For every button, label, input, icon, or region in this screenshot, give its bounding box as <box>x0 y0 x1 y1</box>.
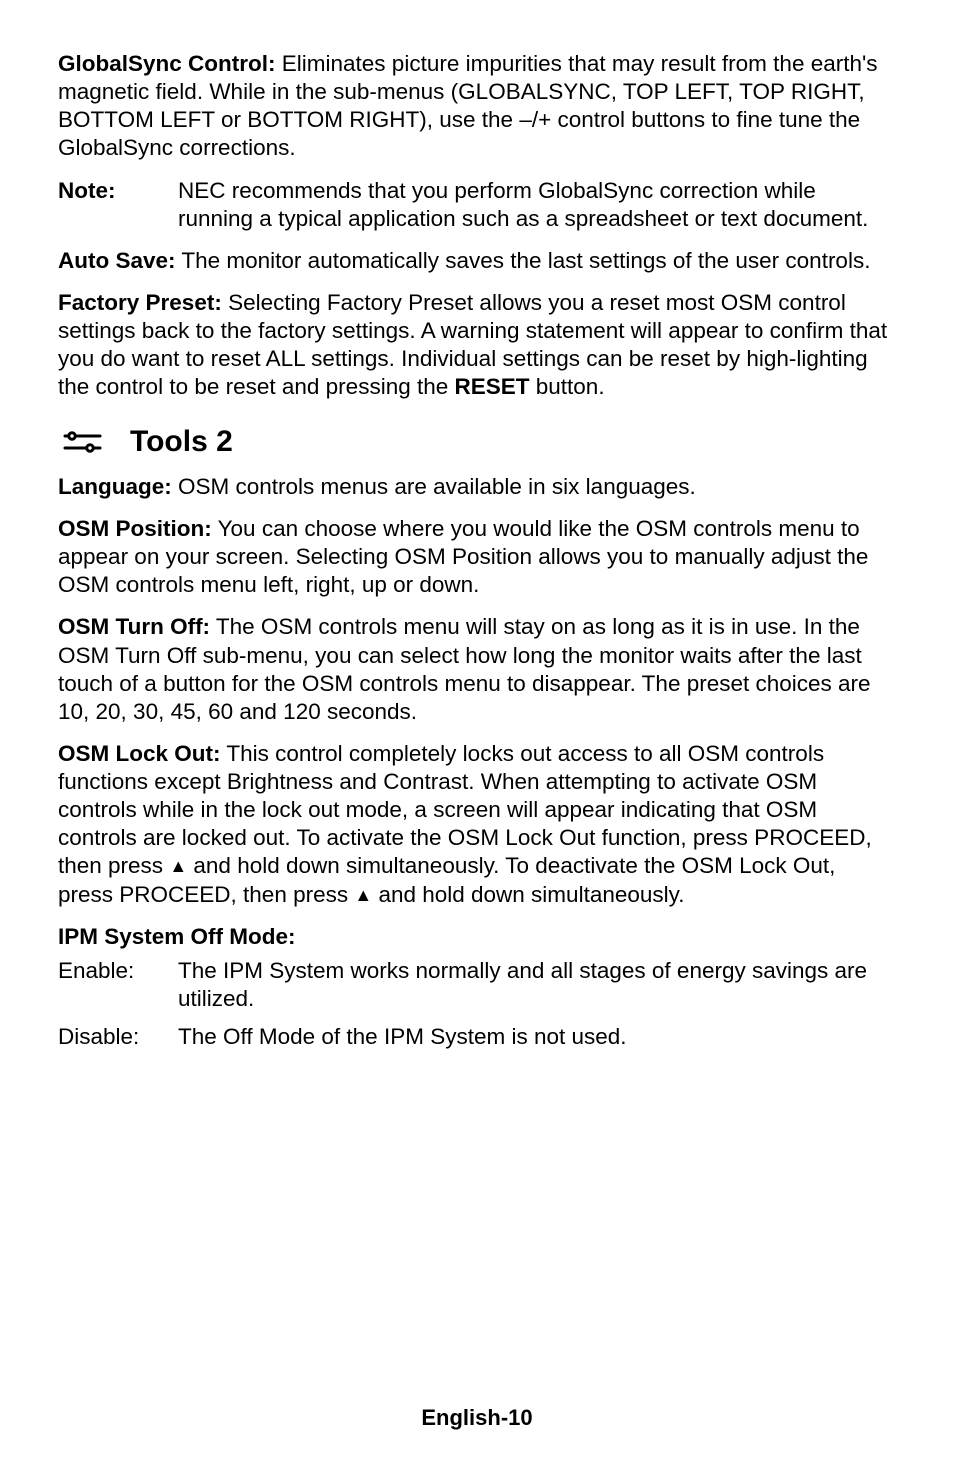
autosave-para: Auto Save: The monitor automatically sav… <box>58 247 896 275</box>
position-para: OSM Position: You can choose where you w… <box>58 515 896 599</box>
note-text: NEC recommends that you perform GlobalSy… <box>178 177 896 233</box>
language-label: Language: <box>58 474 172 499</box>
tools-icon <box>58 430 130 454</box>
factory-text-post: button. <box>530 374 605 399</box>
tools2-title: Tools 2 <box>130 423 233 461</box>
factory-para: Factory Preset: Selecting Factory Preset… <box>58 289 896 402</box>
turnoff-para: OSM Turn Off: The OSM controls menu will… <box>58 613 896 726</box>
ipm-enable-row: Enable: The IPM System works normally an… <box>58 957 896 1013</box>
note-label: Note: <box>58 177 178 205</box>
position-label: OSM Position: <box>58 516 212 541</box>
factory-label: Factory Preset: <box>58 290 222 315</box>
ipm-disable-row: Disable: The Off Mode of the IPM System … <box>58 1023 896 1051</box>
language-text: OSM controls menus are available in six … <box>172 474 696 499</box>
note-row: Note: NEC recommends that you perform Gl… <box>58 177 896 233</box>
ipm-enable-text: The IPM System works normally and all st… <box>178 957 896 1013</box>
ipm-disable-label: Disable: <box>58 1023 178 1051</box>
lockout-label: OSM Lock Out: <box>58 741 221 766</box>
lockout-para: OSM Lock Out: This control completely lo… <box>58 740 896 909</box>
tools2-header: Tools 2 <box>58 423 896 461</box>
autosave-text: The monitor automatically saves the last… <box>176 248 871 273</box>
page-footer: English-10 <box>0 1404 954 1432</box>
autosave-label: Auto Save: <box>58 248 176 273</box>
ipm-heading: IPM System Off Mode: <box>58 923 896 951</box>
factory-reset: RESET <box>455 374 530 399</box>
language-para: Language: OSM controls menus are availab… <box>58 473 896 501</box>
ipm-disable-text: The Off Mode of the IPM System is not us… <box>178 1023 896 1051</box>
turnoff-label: OSM Turn Off: <box>58 614 210 639</box>
up-triangle-icon: ▲ <box>354 884 372 907</box>
globalsync-label: GlobalSync Control: <box>58 51 276 76</box>
up-triangle-icon: ▲ <box>169 855 187 878</box>
ipm-enable-label: Enable: <box>58 957 178 985</box>
lockout-text-c: and hold down simultaneously. <box>372 882 684 907</box>
globalsync-para: GlobalSync Control: Eliminates picture i… <box>58 50 896 163</box>
